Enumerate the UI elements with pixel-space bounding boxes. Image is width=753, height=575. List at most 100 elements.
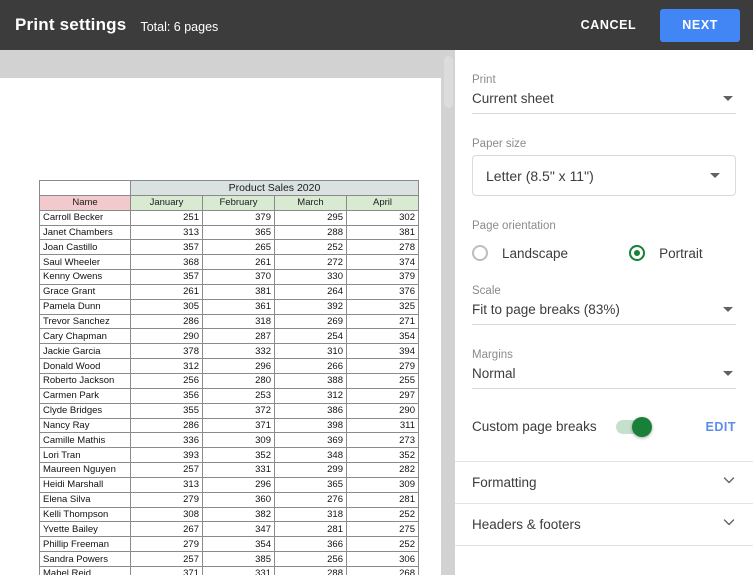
cell-name: Carmen Park — [40, 388, 131, 403]
table-row: Mabel Reid371331288268 — [40, 566, 419, 575]
cell-name: Joan Castillo — [40, 240, 131, 255]
page-orientation-field: Page orientation Landscape Portrait — [472, 196, 736, 261]
cell-value: 379 — [203, 210, 275, 225]
cell-name: Nancy Ray — [40, 418, 131, 433]
cell-value: 279 — [131, 492, 203, 507]
cell-value: 369 — [275, 433, 347, 448]
table-row: Roberto Jackson256280388255 — [40, 373, 419, 388]
cell-value: 388 — [275, 373, 347, 388]
cell-value: 332 — [203, 344, 275, 359]
cell-value: 325 — [347, 299, 419, 314]
cell-value: 282 — [347, 463, 419, 478]
chevron-down-icon — [723, 96, 733, 101]
cell-value: 378 — [131, 344, 203, 359]
table-row: Phillip Freeman279354366252 — [40, 537, 419, 552]
table-row: Maureen Nguyen257331299282 — [40, 463, 419, 478]
radio-landscape[interactable]: Landscape — [472, 245, 568, 261]
cell-value: 336 — [131, 433, 203, 448]
cell-value: 371 — [203, 418, 275, 433]
margins-label: Margins — [472, 349, 736, 361]
cell-value: 266 — [275, 359, 347, 374]
cell-name: Camille Mathis — [40, 433, 131, 448]
table-row: Joan Castillo357265252278 — [40, 240, 419, 255]
cell-name: Elena Silva — [40, 492, 131, 507]
cell-value: 348 — [275, 448, 347, 463]
scale-select[interactable]: Fit to page breaks (83%) — [472, 302, 736, 325]
radio-landscape-label: Landscape — [502, 246, 568, 261]
cell-value: 385 — [203, 552, 275, 567]
margins-field: Margins Normal — [472, 325, 736, 389]
cell-value: 347 — [203, 522, 275, 537]
table-row: Nancy Ray286371398311 — [40, 418, 419, 433]
table-row: Janet Chambers313365288381 — [40, 225, 419, 240]
cell-value: 372 — [203, 403, 275, 418]
paper-size-select[interactable]: Letter (8.5" x 11") — [472, 155, 736, 196]
preview-page: Product Sales 2020 Name January February… — [0, 78, 441, 575]
section-headers-footers[interactable]: Headers & footers — [455, 504, 753, 546]
cell-value: 365 — [203, 225, 275, 240]
cell-value: 312 — [275, 388, 347, 403]
section-formatting[interactable]: Formatting — [455, 462, 753, 504]
cell-name: Kenny Owens — [40, 270, 131, 285]
cell-value: 313 — [131, 225, 203, 240]
scale-label: Scale — [472, 285, 736, 297]
chevron-down-icon — [710, 173, 720, 178]
cell-value: 368 — [131, 255, 203, 270]
cell-value: 255 — [347, 373, 419, 388]
cell-value: 354 — [203, 537, 275, 552]
cancel-button[interactable]: CANCEL — [571, 10, 647, 40]
custom-page-breaks-toggle[interactable] — [616, 420, 650, 434]
cell-name: Clyde Bridges — [40, 403, 131, 418]
chevron-down-icon — [723, 371, 733, 376]
table-row: Trevor Sanchez286318269271 — [40, 314, 419, 329]
custom-page-breaks-row: Custom page breaks EDIT — [472, 419, 736, 434]
table-row: Clyde Bridges355372386290 — [40, 403, 419, 418]
column-header-april: April — [347, 195, 419, 210]
cell-value: 265 — [203, 240, 275, 255]
print-preview-pane: Product Sales 2020 Name January February… — [0, 50, 455, 575]
edit-page-breaks-link[interactable]: EDIT — [706, 420, 736, 434]
cell-value: 361 — [203, 299, 275, 314]
cell-value: 392 — [275, 299, 347, 314]
cell-value: 331 — [203, 566, 275, 575]
cell-value: 354 — [347, 329, 419, 344]
settings-panel-body: Print Current sheet Paper size Letter (8… — [455, 50, 753, 434]
print-select[interactable]: Current sheet — [472, 91, 736, 114]
column-header-name: Name — [40, 195, 131, 210]
table-row: Donald Wood312296266279 — [40, 359, 419, 374]
cell-value: 295 — [275, 210, 347, 225]
cell-value: 331 — [203, 463, 275, 478]
chevron-down-icon — [722, 515, 736, 534]
cell-value: 360 — [203, 492, 275, 507]
cell-value: 254 — [275, 329, 347, 344]
section-formatting-label: Formatting — [472, 475, 537, 490]
cell-value: 381 — [203, 284, 275, 299]
cell-value: 273 — [347, 433, 419, 448]
cell-value: 271 — [347, 314, 419, 329]
table-row: Elena Silva279360276281 — [40, 492, 419, 507]
margins-select[interactable]: Normal — [472, 366, 736, 389]
cell-value: 379 — [347, 270, 419, 285]
cell-value: 296 — [203, 477, 275, 492]
table-row: Kelli Thompson308382318252 — [40, 507, 419, 522]
table-row: Pamela Dunn305361392325 — [40, 299, 419, 314]
cell-value: 355 — [131, 403, 203, 418]
cell-value: 386 — [275, 403, 347, 418]
cell-name: Carroll Becker — [40, 210, 131, 225]
cell-value: 306 — [347, 552, 419, 567]
table-head: Product Sales 2020 Name January February… — [40, 181, 419, 211]
next-button[interactable]: NEXT — [660, 9, 740, 42]
cell-value: 357 — [131, 270, 203, 285]
print-settings-dialog: Print settings Total: 6 pages CANCEL NEX… — [0, 0, 753, 575]
preview-scrollbar[interactable] — [441, 50, 455, 575]
cell-value: 374 — [347, 255, 419, 270]
cell-value: 309 — [203, 433, 275, 448]
cell-name: Phillip Freeman — [40, 537, 131, 552]
cell-value: 279 — [131, 537, 203, 552]
preview-scrollbar-thumb[interactable] — [444, 56, 453, 108]
settings-panel: Print Current sheet Paper size Letter (8… — [455, 50, 753, 575]
column-header-march: March — [275, 195, 347, 210]
radio-portrait[interactable]: Portrait — [629, 245, 703, 261]
cell-value: 286 — [131, 418, 203, 433]
radio-landscape-icon — [472, 245, 488, 261]
